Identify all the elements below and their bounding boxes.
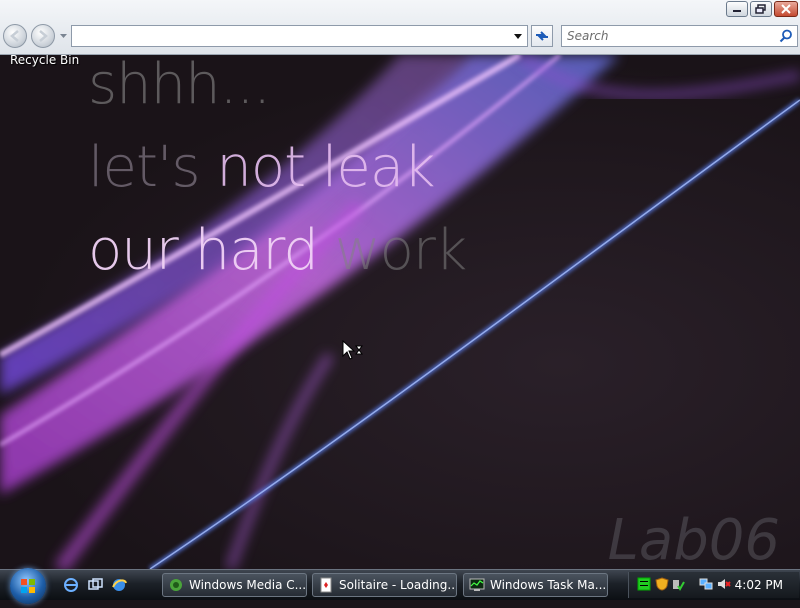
- headline-line-3-b: work: [334, 218, 468, 283]
- taskbar-clock[interactable]: 4:02 PM: [735, 578, 783, 592]
- minimize-icon: [733, 10, 741, 12]
- address-bar[interactable]: [71, 25, 528, 47]
- busy-cursor-icon: [342, 340, 363, 360]
- forward-arrow-icon: [39, 30, 48, 42]
- network-icon[interactable]: [699, 577, 713, 591]
- taskbar: Windows Media C... Solitaire - Loading..…: [0, 568, 800, 604]
- taskbar-item-task-manager[interactable]: Windows Task Ma...: [463, 573, 608, 597]
- start-button[interactable]: [10, 568, 46, 604]
- restore-icon: [755, 4, 766, 14]
- taskbar-item-label: Windows Media C...: [189, 578, 306, 592]
- history-dropdown-icon[interactable]: [59, 32, 68, 40]
- headline-line-2: let's not leak: [88, 135, 436, 200]
- windows-logo-icon: [21, 579, 35, 593]
- refresh-icon: [536, 31, 548, 41]
- taskbar-item-media-center[interactable]: Windows Media C...: [162, 573, 307, 597]
- minimize-button[interactable]: [726, 1, 748, 17]
- address-input[interactable]: [72, 26, 520, 46]
- taskbar-item-label: Windows Task Ma...: [490, 578, 607, 592]
- close-button[interactable]: [774, 1, 798, 17]
- close-icon: [781, 4, 791, 14]
- green-status-icon[interactable]: [637, 577, 651, 591]
- volume-muted-icon[interactable]: [717, 577, 731, 591]
- media-center-icon: [170, 579, 182, 591]
- aurora-wallpaper: [0, 55, 800, 569]
- wallpaper-watermark: Lab06: [607, 508, 780, 569]
- restore-button[interactable]: [750, 1, 772, 17]
- headline-line-2-a: let's: [88, 135, 217, 200]
- headline-line-3: our hard work: [88, 218, 468, 283]
- window-controls: [726, 1, 798, 17]
- search-input[interactable]: [562, 26, 782, 46]
- address-dropdown-icon[interactable]: [511, 28, 525, 44]
- search-icon[interactable]: [779, 29, 793, 43]
- internet-explorer-icon[interactable]: [63, 577, 79, 593]
- forward-button[interactable]: [31, 24, 55, 48]
- recycle-bin-label[interactable]: Recycle Bin: [10, 55, 79, 67]
- headline-line-2-b: not leak: [216, 135, 435, 200]
- solitaire-icon: [320, 577, 332, 593]
- taskbar-item-label: Solitaire - Loading...: [339, 578, 456, 592]
- headline-line-1: shhh...: [88, 55, 271, 117]
- safely-remove-icon[interactable]: [671, 577, 685, 591]
- taskbar-item-solitaire[interactable]: Solitaire - Loading...: [312, 573, 457, 597]
- system-tray: 4:02 PM: [628, 572, 799, 598]
- back-arrow-icon: [10, 30, 19, 42]
- browser-toolbar: [0, 0, 800, 55]
- task-manager-icon: [469, 578, 485, 591]
- back-button[interactable]: [3, 24, 27, 48]
- search-box[interactable]: [561, 25, 798, 47]
- switch-windows-icon[interactable]: [87, 577, 103, 593]
- desktop[interactable]: Recycle Bin shhh... let's not leak our h…: [0, 55, 800, 569]
- headline-line-3-a: our hard: [88, 218, 335, 283]
- refresh-button[interactable]: [531, 25, 553, 47]
- security-shield-icon[interactable]: [655, 577, 669, 591]
- browser-ie-icon[interactable]: [111, 577, 127, 593]
